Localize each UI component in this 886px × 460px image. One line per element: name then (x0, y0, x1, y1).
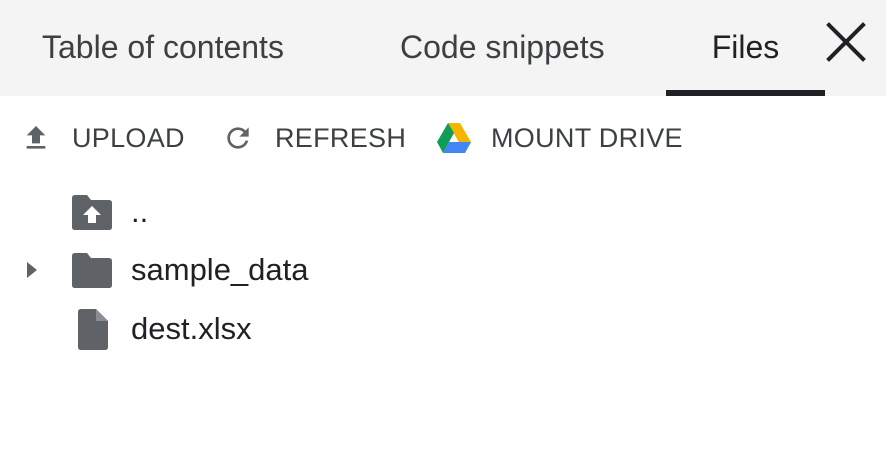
mount-drive-button[interactable]: MOUNT DRIVE (437, 114, 683, 162)
upload-label: UPLOAD (72, 122, 185, 153)
close-button[interactable] (824, 20, 868, 64)
active-tab-indicator (666, 90, 825, 96)
upload-icon (26, 126, 46, 149)
tab-files[interactable]: Files (666, 0, 825, 96)
upload-button[interactable]: UPLOAD (20, 114, 185, 162)
chevron-right-icon[interactable] (20, 258, 44, 282)
files-panel: Table of contents Code snippets Files UP… (0, 0, 886, 460)
refresh-icon (227, 127, 249, 149)
close-icon (826, 22, 866, 62)
folder-icon (72, 253, 112, 288)
file-row-dest-xlsx[interactable]: dest.xlsx (0, 301, 886, 357)
file-icon (78, 309, 108, 350)
mount-drive-label: MOUNT DRIVE (491, 122, 683, 153)
file-name: .. (131, 194, 149, 229)
tab-code-snippets[interactable]: Code snippets (400, 0, 605, 96)
tab-bar: Table of contents Code snippets Files (0, 0, 886, 96)
tab-table-of-contents[interactable]: Table of contents (42, 0, 284, 96)
file-name: sample_data (131, 252, 309, 287)
file-row-sample-data[interactable]: sample_data (0, 242, 886, 298)
refresh-button[interactable]: REFRESH (222, 114, 406, 162)
file-row-parent[interactable]: .. (0, 184, 886, 240)
refresh-label: REFRESH (275, 122, 407, 153)
google-drive-icon (437, 123, 471, 153)
folder-up-icon (72, 195, 112, 230)
file-name: dest.xlsx (131, 311, 252, 346)
